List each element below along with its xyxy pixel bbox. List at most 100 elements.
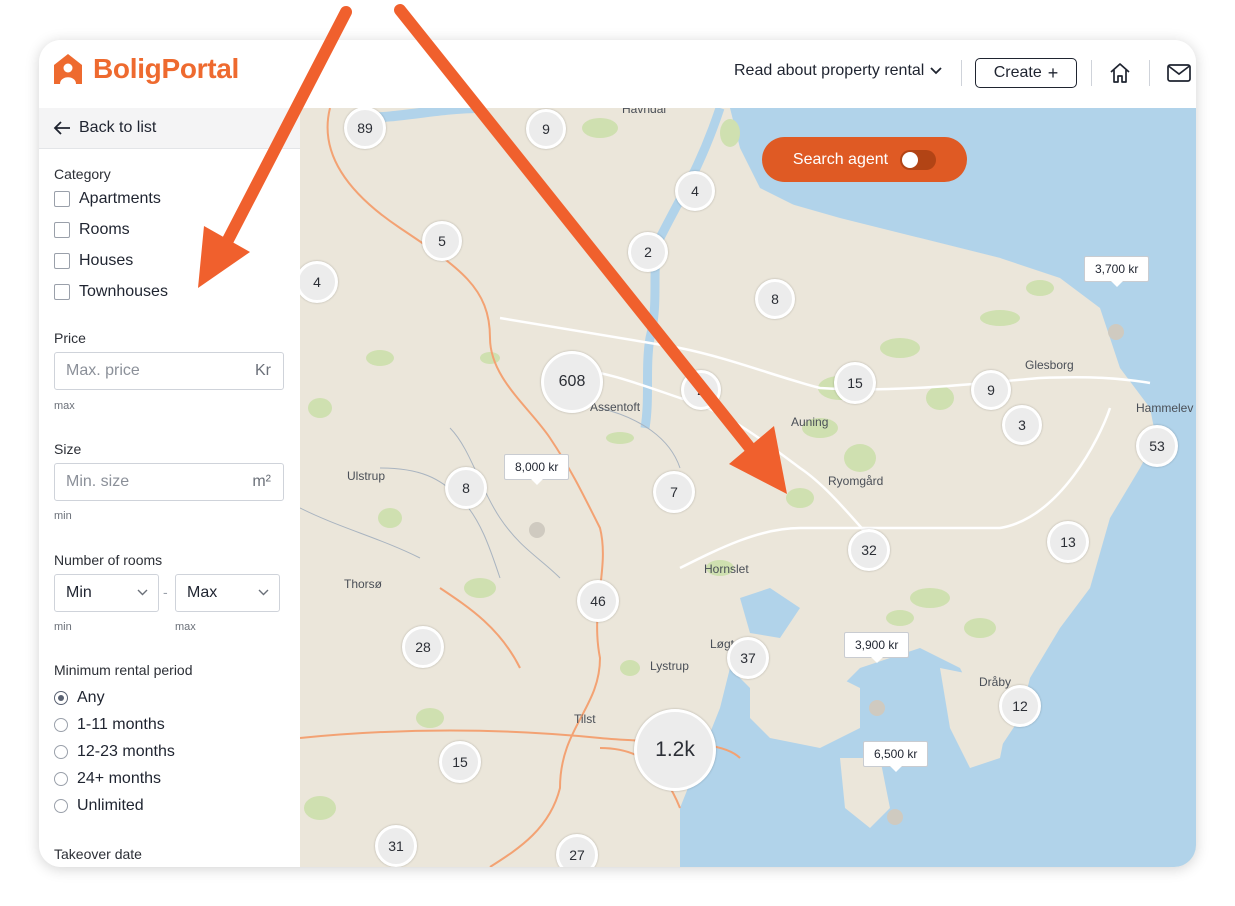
listing-pin[interactable] xyxy=(1108,324,1124,340)
rooms-min-hint: min xyxy=(54,621,72,633)
max-price-input[interactable] xyxy=(66,353,246,389)
create-button-label: Create xyxy=(993,64,1042,81)
listing-cluster[interactable]: 2 xyxy=(628,232,668,272)
category-townhouses-checkbox[interactable]: Townhouses xyxy=(54,283,168,301)
place-label: Assentoft xyxy=(590,400,641,414)
checkbox-box[interactable] xyxy=(54,222,70,238)
brand-logo[interactable]: BoligPortal xyxy=(53,53,239,85)
brand-name: BoligPortal xyxy=(93,53,240,84)
listing-cluster[interactable]: 1.2k xyxy=(634,709,716,791)
listing-cluster[interactable]: 8 xyxy=(755,279,795,319)
place-label: Havndal xyxy=(622,108,667,116)
listing-cluster[interactable]: 46 xyxy=(577,580,619,622)
listing-cluster[interactable]: 13 xyxy=(1047,521,1089,563)
place-label: Hammelev xyxy=(1136,401,1194,415)
price-unit: Kr xyxy=(255,362,271,379)
radio-dot[interactable] xyxy=(54,718,68,732)
place-label: Tilst xyxy=(574,712,596,726)
place-label: Ulstrup xyxy=(347,469,386,483)
min-size-input[interactable] xyxy=(66,464,246,500)
arrow-left-icon xyxy=(53,121,70,135)
listing-cluster[interactable]: 12 xyxy=(999,685,1041,727)
category-rooms-checkbox[interactable]: Rooms xyxy=(54,221,130,239)
listing-cluster[interactable]: 9 xyxy=(971,370,1011,410)
rooms-max-value: Max xyxy=(187,584,218,601)
checkbox-box[interactable] xyxy=(54,253,70,269)
place-label: Lystrup xyxy=(650,659,689,673)
listing-cluster[interactable]: 15 xyxy=(834,362,876,404)
listing-pin[interactable] xyxy=(887,809,903,825)
place-label: Dråby xyxy=(979,675,1012,689)
price-hint: max xyxy=(54,400,75,412)
listing-cluster[interactable]: 2 xyxy=(681,370,721,410)
price-marker[interactable]: 8,000 kr xyxy=(504,454,570,485)
chevron-down-icon xyxy=(137,589,148,596)
listing-cluster[interactable]: 4 xyxy=(675,171,715,211)
listing-cluster[interactable]: 37 xyxy=(727,637,769,679)
place-label: Glesborg xyxy=(1025,358,1074,372)
mail-icon[interactable] xyxy=(1167,64,1191,82)
checkbox-label: Townhouses xyxy=(79,283,168,300)
radio-dot[interactable] xyxy=(54,691,68,705)
search-agent-toggle[interactable]: Search agent xyxy=(762,137,967,182)
place-label: Auning xyxy=(791,415,829,429)
radio-label: 1-11 months xyxy=(77,716,165,733)
rental-period-24plus-radio[interactable]: 24+ months xyxy=(54,770,161,788)
category-houses-checkbox[interactable]: Houses xyxy=(54,252,133,270)
top-header: BoligPortal Read about property rental C… xyxy=(39,40,1196,108)
rental-period-title: Minimum rental period xyxy=(54,662,193,678)
back-to-list-button[interactable]: Back to list xyxy=(39,108,300,149)
read-about-rental-menu[interactable]: Read about property rental xyxy=(734,62,942,80)
category-apartments-checkbox[interactable]: Apartments xyxy=(54,190,161,208)
radio-dot[interactable] xyxy=(54,772,68,786)
rental-period-unlimited-radio[interactable]: Unlimited xyxy=(54,797,144,815)
listing-cluster[interactable]: 89 xyxy=(344,108,386,149)
map-view[interactable]: Search agent Havndal Glesborg Hammelev A… xyxy=(300,108,1196,867)
back-to-list-label: Back to list xyxy=(79,119,157,136)
checkbox-box[interactable] xyxy=(54,191,70,207)
checkbox-box[interactable] xyxy=(54,284,70,300)
radio-label: Unlimited xyxy=(77,797,144,814)
radio-label: 12-23 months xyxy=(77,743,175,760)
rental-period-12-23-radio[interactable]: 12-23 months xyxy=(54,743,175,761)
radio-label: Any xyxy=(77,689,105,706)
listing-cluster[interactable]: 3 xyxy=(1002,405,1042,445)
create-button[interactable]: Create + xyxy=(975,58,1077,88)
chevron-down-icon xyxy=(258,589,269,596)
listing-cluster[interactable]: 32 xyxy=(848,529,890,571)
radio-dot[interactable] xyxy=(54,799,68,813)
plus-icon: + xyxy=(1047,62,1059,83)
listing-cluster[interactable]: 31 xyxy=(375,825,417,867)
listing-cluster[interactable]: 5 xyxy=(422,221,462,261)
rooms-max-select[interactable]: Max xyxy=(175,574,280,612)
header-divider xyxy=(1091,60,1092,86)
listing-pin[interactable] xyxy=(869,700,885,716)
toggle-switch[interactable] xyxy=(900,149,937,170)
header-divider xyxy=(961,60,962,86)
price-marker[interactable]: 3,700 kr xyxy=(1084,256,1150,287)
rental-period-any-radio[interactable]: Any xyxy=(54,689,105,707)
rooms-title: Number of rooms xyxy=(54,552,163,568)
listing-cluster[interactable]: 53 xyxy=(1136,425,1178,467)
rental-period-1-11-radio[interactable]: 1-11 months xyxy=(54,716,165,734)
listing-cluster[interactable]: 15 xyxy=(439,741,481,783)
size-hint: min xyxy=(54,510,72,522)
listing-cluster[interactable]: 608 xyxy=(541,351,603,413)
header-divider xyxy=(1149,60,1150,86)
price-marker[interactable]: 3,900 kr xyxy=(844,632,910,663)
radio-dot[interactable] xyxy=(54,745,68,759)
listing-cluster[interactable]: 7 xyxy=(653,471,695,513)
listing-cluster[interactable]: 9 xyxy=(526,109,566,149)
max-price-field[interactable]: Kr xyxy=(54,352,284,390)
price-marker[interactable]: 6,500 kr xyxy=(863,741,929,772)
radio-label: 24+ months xyxy=(77,770,162,787)
rooms-min-select[interactable]: Min xyxy=(54,574,159,612)
min-size-field[interactable]: m² xyxy=(54,463,284,501)
listing-pin[interactable] xyxy=(529,522,545,538)
home-icon[interactable] xyxy=(1109,62,1131,84)
listing-cluster[interactable]: 28 xyxy=(402,626,444,668)
listing-cluster[interactable]: 8 xyxy=(445,467,487,509)
app-window: BoligPortal Read about property rental C… xyxy=(39,40,1196,867)
search-agent-label: Search agent xyxy=(792,150,889,168)
read-about-rental-label: Read about property rental xyxy=(734,62,925,79)
